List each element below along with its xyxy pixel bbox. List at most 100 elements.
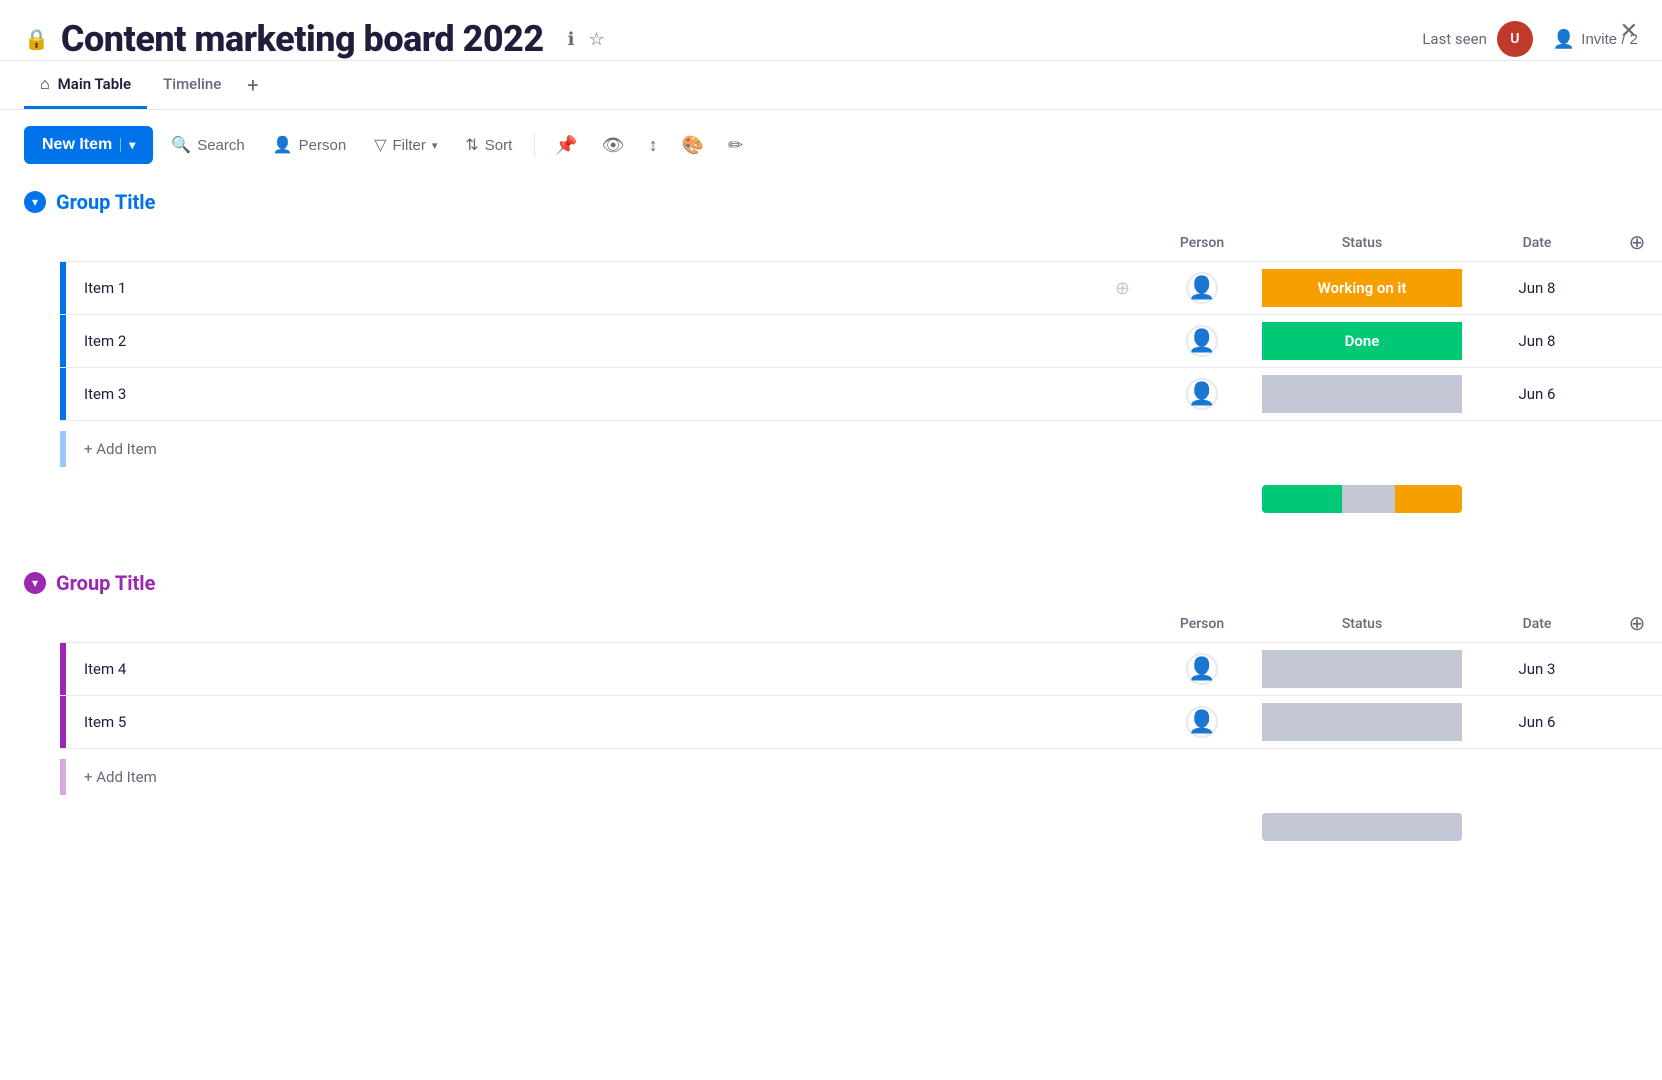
col-person-header-2: Person <box>1142 616 1262 632</box>
person-label: Person <box>299 137 347 154</box>
add-item-row-1: + Add Item <box>60 421 1662 477</box>
col-add-button-2[interactable]: ⊕ <box>1629 611 1646 636</box>
row-person-2[interactable]: 👤 <box>1142 325 1262 357</box>
group-2-header: ▾ Group Title <box>0 561 1662 605</box>
add-item-button-2[interactable]: + Add Item <box>66 768 157 786</box>
add-item-button-1[interactable]: + Add Item <box>66 440 157 458</box>
comment-icon-1[interactable]: ⊕ <box>1115 278 1130 299</box>
row-date-4: Jun 3 <box>1462 660 1612 678</box>
avatar-3: 👤 <box>1186 378 1218 410</box>
filter-label: Filter <box>393 137 426 154</box>
pin-button[interactable]: 📌 <box>547 127 585 164</box>
color-icon: 🎨 <box>682 135 704 155</box>
row-status-4[interactable] <box>1262 650 1462 688</box>
avatar-4: 👤 <box>1186 653 1218 685</box>
col-person-header-1: Person <box>1142 235 1262 251</box>
row-status-5[interactable] <box>1262 703 1462 741</box>
sort-button[interactable]: ⇅ Sort <box>455 127 522 163</box>
group-2: ▾ Group Title Person Status Date ⊕ Item … <box>0 561 1662 849</box>
last-seen: Last seen U <box>1422 21 1533 57</box>
avatar-1: 👤 <box>1186 272 1218 304</box>
add-item-row-2: + Add Item <box>60 749 1662 805</box>
col-status-header-2: Status <box>1262 616 1462 632</box>
avatar-5: 👤 <box>1186 706 1218 738</box>
row-person-3[interactable]: 👤 <box>1142 378 1262 410</box>
edit-button[interactable]: ✏ <box>720 127 751 164</box>
table-row: Item 5 ⊕ 👤 Jun 6 <box>60 696 1662 749</box>
new-item-button[interactable]: New Item ▾ <box>24 126 153 164</box>
item-4-name[interactable]: Item 4 <box>84 660 1105 678</box>
status-badge-4[interactable] <box>1262 650 1462 688</box>
filter-button[interactable]: ▽ Filter ▾ <box>364 127 447 163</box>
row-status-1[interactable]: Working on it <box>1262 269 1462 307</box>
board-title: Content marketing board 2022 <box>61 18 544 60</box>
item-1-name[interactable]: Item 1 <box>84 279 1105 297</box>
group-1: ▾ Group Title Person Status Date ⊕ Item … <box>0 180 1662 521</box>
group-1-chevron[interactable]: ▾ <box>24 191 46 213</box>
group-2-title[interactable]: Group Title <box>56 571 155 595</box>
group-1-col-headers: Person Status Date ⊕ <box>60 224 1662 262</box>
header: 🔒 Content marketing board 2022 ℹ ☆ Last … <box>0 0 1662 61</box>
tab-timeline[interactable]: Timeline <box>147 63 237 108</box>
row-date-1: Jun 8 <box>1462 279 1612 297</box>
tab-main-table[interactable]: ⌂ Main Table <box>24 62 147 109</box>
item-2-name[interactable]: Item 2 <box>84 332 1105 350</box>
person-button[interactable]: 👤 Person <box>263 127 356 163</box>
new-item-label: New Item <box>42 136 112 154</box>
group-1-title[interactable]: Group Title <box>56 190 155 214</box>
toolbar-separator <box>534 133 535 157</box>
status-badge-1[interactable]: Working on it <box>1262 269 1462 307</box>
summary-colors-1 <box>1262 485 1462 513</box>
header-icons: ℹ ☆ <box>568 29 605 50</box>
row-name-3: Item 3 ⊕ <box>66 384 1142 405</box>
group-2-chevron[interactable]: ▾ <box>24 572 46 594</box>
row-status-3[interactable] <box>1262 375 1462 413</box>
header-right: Last seen U 👤 Invite / 2 <box>1422 21 1638 57</box>
info-icon[interactable]: ℹ <box>568 29 575 50</box>
status-badge-3[interactable] <box>1262 375 1462 413</box>
tab-timeline-label: Timeline <box>163 75 221 93</box>
status-badge-5[interactable] <box>1262 703 1462 741</box>
row-person-4[interactable]: 👤 <box>1142 653 1262 685</box>
color-button[interactable]: 🎨 <box>674 127 712 164</box>
item-3-name[interactable]: Item 3 <box>84 385 1105 403</box>
filter-icon: ▽ <box>374 135 386 155</box>
row-height-icon: ↕ <box>649 135 658 155</box>
col-date-header-2: Date <box>1462 616 1612 632</box>
table-row: Item 4 ⊕ 👤 Jun 3 <box>60 643 1662 696</box>
filter-caret: ▾ <box>432 139 438 152</box>
add-item-indicator-1 <box>60 431 66 467</box>
col-add-button-1[interactable]: ⊕ <box>1629 230 1646 255</box>
group-1-header: ▾ Group Title <box>0 180 1662 224</box>
row-name-2: Item 2 ⊕ <box>66 331 1142 352</box>
row-person-5[interactable]: 👤 <box>1142 706 1262 738</box>
search-button[interactable]: 🔍 Search <box>161 127 254 163</box>
row-status-2[interactable]: Done <box>1262 322 1462 360</box>
status-badge-2[interactable]: Done <box>1262 322 1462 360</box>
hide-icon: 👁 <box>602 135 625 155</box>
row-height-button[interactable]: ↕ <box>641 127 666 164</box>
avatar-2: 👤 <box>1186 325 1218 357</box>
row-date-3: Jun 6 <box>1462 385 1612 403</box>
row-name-4: Item 4 ⊕ <box>66 659 1142 680</box>
summary-orange <box>1395 485 1462 513</box>
close-button[interactable]: ✕ <box>1620 18 1638 44</box>
item-5-name[interactable]: Item 5 <box>84 713 1105 731</box>
row-name-5: Item 5 ⊕ <box>66 712 1142 733</box>
star-icon[interactable]: ☆ <box>588 29 604 50</box>
person-icon: 👤 <box>1553 29 1575 50</box>
row-date-2: Jun 8 <box>1462 332 1612 350</box>
sort-icon: ⇅ <box>465 135 478 155</box>
search-label: Search <box>197 137 245 154</box>
lock-icon: 🔒 <box>24 27 49 51</box>
summary-bar-2 <box>60 805 1662 849</box>
tab-add-button[interactable]: + <box>237 61 268 109</box>
row-person-1[interactable]: 👤 <box>1142 272 1262 304</box>
hide-button[interactable]: 👁 <box>594 127 633 164</box>
summary-green <box>1262 485 1342 513</box>
add-item-indicator-2 <box>60 759 66 795</box>
table-row: Item 1 ⊕ 👤 Working on it Jun 8 <box>60 262 1662 315</box>
table-row: Item 3 ⊕ 👤 Jun 6 <box>60 368 1662 421</box>
summary-gray <box>1342 485 1395 513</box>
toolbar: New Item ▾ 🔍 Search 👤 Person ▽ Filter ▾ … <box>0 110 1662 180</box>
